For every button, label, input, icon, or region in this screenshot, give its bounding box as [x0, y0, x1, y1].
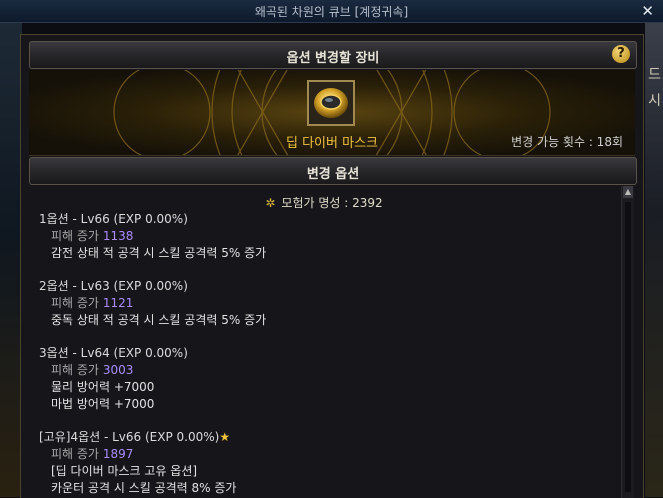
window-titlebar[interactable]: 왜곡된 차원의 큐브 [계정귀속] ✕ — [0, 0, 663, 23]
star-icon: ★ — [219, 430, 231, 444]
scroll-up-icon[interactable]: ▲ — [623, 186, 633, 198]
window-title: 왜곡된 차원의 큐브 [계정귀속] — [254, 5, 409, 19]
options-section-title: 변경 옵션 — [306, 167, 360, 182]
background-text: 드 — [648, 67, 661, 83]
option-block: 1옵션 - Lv66 (EXP 0.00%) 피해 증가 1138 감전 상태 … — [39, 211, 266, 262]
option-block: 2옵션 - Lv63 (EXP 0.00%) 피해 증가 1121 중독 상태 … — [39, 278, 266, 329]
option-effect: 마법 방어력 +7000 — [51, 397, 155, 411]
option-title: 2옵션 - Lv63 (EXP 0.00%) — [39, 279, 188, 293]
damage-label: 피해 증가 — [51, 447, 99, 461]
damage-value: 1121 — [102, 296, 134, 310]
option-effect: 물리 방어력 +7000 — [51, 380, 155, 394]
close-icon[interactable]: ✕ — [641, 2, 654, 20]
mask-icon — [314, 88, 348, 118]
damage-value: 3003 — [102, 363, 134, 377]
option-title: [고유]4옵션 - Lv66 (EXP 0.00%)★ — [39, 429, 236, 446]
damage-label: 피해 증가 — [51, 296, 99, 310]
damage-value: 1897 — [102, 447, 134, 461]
cube-panel: 옵션 변경할 장비 ? 딥 다이버 마스크 변경 가능 횟수: 18회 변경 … — [20, 34, 644, 498]
option-effect: [딥 다이버 마스크 고유 옵션] — [51, 464, 198, 478]
fame-icon: ✲ — [265, 196, 276, 210]
damage-label: 피해 증가 — [51, 363, 99, 377]
fame-display: ✲ 모험가 명성 : 2392 — [29, 194, 619, 211]
equip-section-header: 옵션 변경할 장비 ? — [29, 41, 637, 69]
option-effect: 카운터 공격 시 스킬 공격력 8% 증가 — [51, 481, 237, 495]
fame-text: 모험가 명성 : 2392 — [281, 196, 383, 210]
option-title: 1옵션 - Lv66 (EXP 0.00%) — [39, 212, 188, 226]
option-damage: 피해 증가 1897 — [39, 446, 236, 463]
background-right: 드 시 — [645, 22, 663, 497]
help-icon[interactable]: ? — [612, 45, 630, 63]
option-damage: 피해 증가 1138 — [39, 228, 266, 245]
equip-section-title: 옵션 변경할 장비 — [286, 51, 380, 66]
option-damage: 피해 증가 1121 — [39, 295, 266, 312]
option-block-unique: [고유]4옵션 - Lv66 (EXP 0.00%)★ 피해 증가 1897 [… — [39, 429, 236, 497]
background-left — [0, 22, 22, 497]
option-block: 3옵션 - Lv64 (EXP 0.00%) 피해 증가 3003 물리 방어력… — [39, 345, 188, 413]
option-effect: 중독 상태 적 공격 시 스킬 공격력 5% 증가 — [51, 313, 267, 327]
options-section-header: 변경 옵션 — [29, 157, 637, 185]
background-text: 시 — [648, 93, 661, 109]
option-list: ✲ 모험가 명성 : 2392 1옵션 - Lv66 (EXP 0.00%) 피해… — [29, 186, 619, 498]
option-effect: 감전 상태 적 공격 시 스킬 공격력 5% 증가 — [51, 246, 267, 260]
equip-display: 딥 다이버 마스크 변경 가능 횟수 : 18회 — [29, 70, 635, 156]
option-list-scrollbar[interactable]: ▲ — [621, 186, 634, 498]
change-count: 변경 가능 횟수 : 18회 — [511, 135, 623, 149]
equipment-slot[interactable] — [307, 80, 355, 126]
option-title: 3옵션 - Lv64 (EXP 0.00%) — [39, 346, 188, 360]
scroll-track[interactable] — [625, 202, 631, 492]
damage-label: 피해 증가 — [51, 229, 99, 243]
option-damage: 피해 증가 3003 — [39, 362, 188, 379]
damage-value: 1138 — [102, 229, 134, 243]
option-title-text: [고유]4옵션 - Lv66 (EXP 0.00%) — [39, 430, 220, 444]
